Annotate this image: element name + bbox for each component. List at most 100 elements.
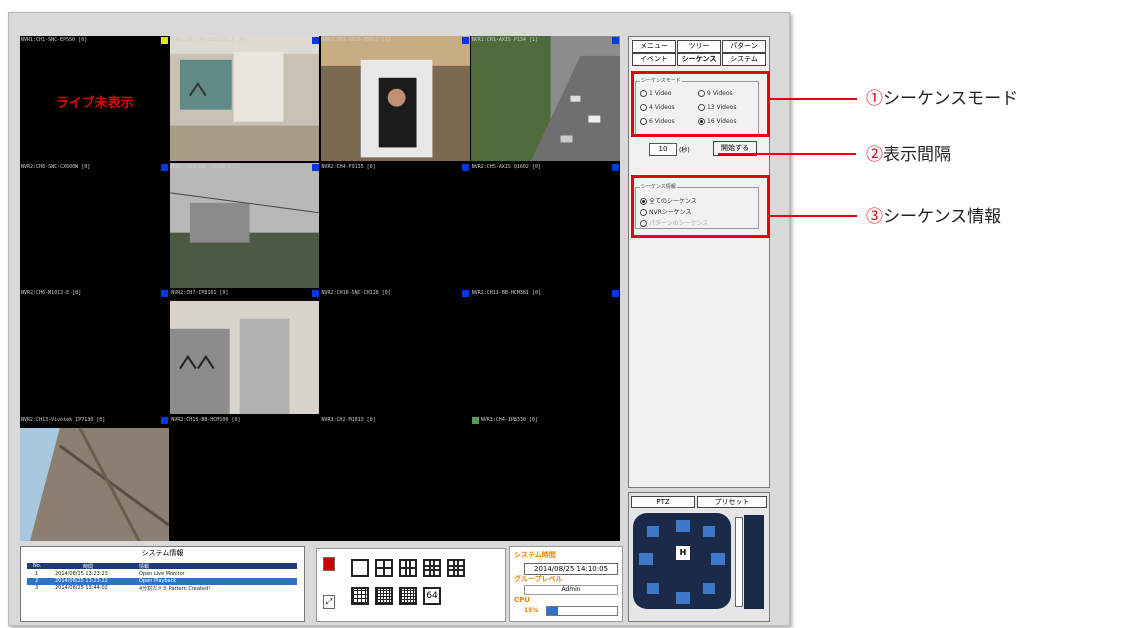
camera-feed-image [170,162,320,288]
callout-sequence-mode: ①シーケンスモード [866,89,1019,109]
camera-label: NVR1:CH3-AXIS M5013 [1] [321,37,391,43]
status-marker [612,163,619,171]
col-no: No. [33,563,42,569]
camera-cell[interactable]: NVR2:CH3-SNC-CH240 [11] [170,162,320,288]
cpu-label: CPU [514,596,530,604]
interval-unit: (秒) [679,147,690,154]
status-marker [311,37,319,44]
camera-cell[interactable]: NVR2:CH5-AXIS Q1602 [0] [470,162,620,288]
ptz-left-button[interactable] [639,553,653,565]
status-marker [161,163,169,171]
ptz-panel: PTZ プリセット H [628,492,770,622]
status-marker [471,416,479,424]
system-info-panel: システム情報 No. 時間 情報 1 2014/08/25 13:23:23 O… [20,546,305,622]
group-level-label: グループレベル [514,575,563,583]
tab-system[interactable]: システム [722,53,766,66]
callout-line [718,153,856,155]
layout-toggle-icon[interactable] [323,557,335,571]
camera-cell[interactable]: NVR2:CH4-F9135 [0] [320,162,470,288]
status-marker [161,290,169,297]
camera-label: NVR1:CH1-AXIS P134 [1] [471,37,538,43]
camera-cell[interactable]: NVR2:CH13-Vivotek IP7130 [0] [20,415,170,541]
camera-cell[interactable]: NVR2:CH15-BB-HCM100 [0] [170,415,320,541]
ptz-speed-slider[interactable] [735,517,743,607]
ptz-home-button[interactable]: H [676,546,690,560]
camera-feed-image [170,300,320,415]
layout-36-icon[interactable] [399,587,417,605]
ptz-up-left-button[interactable] [647,526,659,537]
col-time: 時間 [83,564,94,570]
camera-cell[interactable]: ライブ未表示 NVR1:CH1-SNC-EP550 [0] [20,36,170,162]
camera-label: NVR2:CH4-F9135 [0] [321,163,376,170]
camera-label: NVR2:CH3-SNC-CH240 [11] [171,163,241,170]
ptz-down-right-button[interactable] [703,583,715,594]
camera-label: NVR2:CH10-SNC-CH110 [0] [321,290,391,296]
status-marker [161,416,169,424]
camera-cell[interactable]: NVR3:CH2-M1013 [0] [320,415,470,541]
camera-grid: ライブ未表示 NVR1:CH1-SNC-EP550 [0] NVR1:CH2-V… [20,36,620,541]
log-row-selected[interactable]: 2 2014/08/25 13:23:22 Open Playback [27,578,297,585]
camera-label: NVR1:CH2-VB-S30D/10.0 [4] [171,37,247,43]
camera-cell[interactable]: NVR1:CH3-AXIS M5013 [1] [320,36,470,162]
camera-label: NVR3:CH4-IP8330 [0] [480,416,538,423]
tab-preset[interactable]: プリセット [697,496,767,508]
camera-cell[interactable]: NVR2:CH11-BB-HCM381 [0] [470,289,620,415]
camera-cell[interactable]: NVR2:CH7-IP8161 [0] [170,289,320,415]
layout-4-icon[interactable] [375,559,393,577]
col-info: 情報 [139,564,150,570]
layout-25-icon[interactable] [375,587,393,605]
user-name: Admin [524,585,618,595]
tab-sequence[interactable]: シーケンス [677,53,721,66]
camera-label: NVR2:CH11-BB-HCM381 [0] [471,290,541,296]
highlight-sequence-mode [631,71,770,137]
camera-cell[interactable]: NVR2:CH6-M1013-E [0] [20,289,170,415]
callout-sequence-info: ③シーケンス情報 [866,207,1002,227]
live-not-shown-text: ライブ未表示 [55,96,134,111]
camera-feed-image [170,36,320,162]
layout-64-icon[interactable]: 64 [423,587,441,605]
layout-6-icon[interactable] [399,559,417,577]
camera-label: NVR2:CH13-Vivotek IP7130 [0] [21,416,106,423]
log-header: No. 時間 情報 [27,563,297,570]
camera-cell[interactable]: NVR3:CH4-IP8330 [0] [470,415,620,541]
layout-panel: ⤢ 64 [316,548,506,622]
layout-13-icon[interactable] [447,559,465,577]
system-time-title: システム時間 [514,551,556,559]
ptz-up-right-button[interactable] [703,526,715,537]
tab-event[interactable]: イベント [632,53,676,66]
callout-line [767,98,857,100]
ptz-function-buttons [744,515,764,609]
tab-pattern[interactable]: パターン [722,40,766,53]
ptz-up-button[interactable] [676,520,690,532]
cpu-bar [546,606,618,616]
camera-cell[interactable]: NVR2:CH10-SNC-CH110 [0] [320,289,470,415]
cpu-bar-fill [547,607,558,615]
tab-ptz[interactable]: PTZ [631,496,695,508]
log-row[interactable]: 1 2014/08/25 13:23:23 Open Live Monitor [27,571,297,578]
camera-label: NVR2:CH5-AXIS Q1602 [0] [471,163,541,170]
ptz-down-left-button[interactable] [647,583,659,594]
log-row[interactable]: 3 2014/08/25 13:44:02 4分割カメラ Pattern Cre… [27,585,297,592]
tab-menu[interactable]: メニュー [632,40,676,53]
status-marker [612,290,619,297]
camera-label: NVR2:CH7-IP8161 [0] [171,290,229,296]
camera-cell[interactable]: NVR2:CH8-SNC-CX600W [0] [20,162,170,288]
layout-9-icon[interactable] [423,559,441,577]
camera-feed-image [470,36,620,162]
status-marker [612,37,619,44]
layout-16-icon[interactable] [351,587,369,605]
camera-cell[interactable]: NVR1:CH1-AXIS P134 [1] [470,36,620,162]
ptz-down-button[interactable] [676,592,690,604]
status-marker [311,163,319,171]
status-marker [461,163,469,171]
cpu-value: 15% [524,607,539,614]
camera-label: NVR1:CH1-SNC-EP550 [0] [21,37,88,43]
callout-line [767,215,857,217]
camera-cell[interactable]: NVR1:CH2-VB-S30D/10.0 [4] [170,36,320,162]
system-info-title: システム情報 [141,549,184,557]
fullscreen-icon[interactable]: ⤢ [323,595,335,609]
interval-input[interactable]: 10 [649,143,677,156]
tab-tree[interactable]: ツリー [677,40,721,53]
layout-1-icon[interactable] [351,559,369,577]
ptz-right-button[interactable] [711,553,725,565]
